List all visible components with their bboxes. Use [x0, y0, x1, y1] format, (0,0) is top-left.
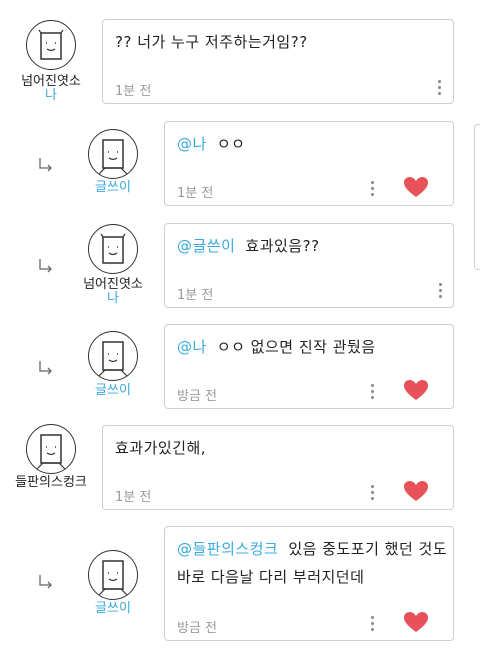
- avatar[interactable]: [26, 424, 76, 474]
- mention-link[interactable]: @나: [177, 135, 207, 153]
- comment-text: @나 ㅇㅇ 없으면 진작 관뒀음: [177, 335, 376, 359]
- avatar[interactable]: [26, 20, 76, 70]
- heart-icon[interactable]: [403, 611, 429, 633]
- heart-icon[interactable]: [403, 176, 429, 198]
- scrollbar[interactable]: [474, 124, 480, 270]
- reply-arrow-icon: [39, 158, 52, 172]
- mention-link[interactable]: @글쓴이: [177, 237, 235, 255]
- reply-arrow-icon: [39, 361, 52, 375]
- comment-time: 방금 전: [177, 621, 218, 636]
- comment-text-line-2: 바로 다음날 다리 부러지던데: [177, 568, 365, 586]
- comment-author[interactable]: 넘어진엿소: [14, 75, 88, 89]
- paper-bag-face-icon: [98, 139, 128, 175]
- comment-text: 효과가있긴해,: [115, 439, 207, 457]
- comment-text: @나 ㅇㅇ: [177, 132, 245, 156]
- paper-bag-face-icon: [36, 434, 66, 470]
- more-vertical-icon: [439, 283, 442, 286]
- comment-text: @들판의스컹크 있음 중도포기 했던 것도: [177, 537, 447, 561]
- heart-icon[interactable]: [403, 379, 429, 401]
- comment-time: 1분 전: [115, 84, 152, 99]
- paper-bag-face-icon: [100, 233, 126, 264]
- more-options-button[interactable]: [371, 181, 375, 197]
- comment-text: ?? 너가 누구 저주하는거임??: [115, 33, 308, 51]
- comment-text: @글쓴이 효과있음??: [177, 234, 320, 258]
- avatar[interactable]: [88, 331, 138, 381]
- mention-link[interactable]: @들판의스컹크: [177, 540, 278, 558]
- comment-body: ㅇㅇ: [216, 135, 246, 153]
- mention-link[interactable]: @나: [177, 338, 207, 356]
- comment-time: 1분 전: [177, 186, 214, 201]
- comment-card: 효과가있긴해, 1분 전: [102, 425, 454, 510]
- author-badge: 나: [107, 291, 119, 306]
- comment-author[interactable]: 넘어진엿소: [76, 278, 150, 292]
- reply-arrow-icon: [39, 575, 52, 589]
- comment-card: @글쓴이 효과있음?? 1분 전: [164, 223, 454, 308]
- comment-author[interactable]: 글쓰이: [80, 181, 146, 195]
- comment-author[interactable]: 들판의스컹크: [6, 476, 96, 490]
- more-vertical-icon: [371, 181, 374, 184]
- comment-author[interactable]: 글쓰이: [80, 384, 146, 398]
- comment-card: @나 ㅇㅇ 없으면 진작 관뒀음 방금 전: [164, 324, 454, 409]
- comment-card: @들판의스컹크 있음 중도포기 했던 것도 바로 다음날 다리 부러지던데 방금 …: [164, 526, 454, 641]
- comment-card: ?? 너가 누구 저주하는거임?? 1분 전: [102, 19, 454, 104]
- comment-author[interactable]: 글쓰이: [80, 602, 146, 616]
- comment-time: 방금 전: [177, 389, 218, 404]
- avatar[interactable]: [88, 224, 138, 274]
- more-vertical-icon: [438, 80, 441, 83]
- comment-body: 있음 중도포기 했던 것도: [288, 540, 448, 558]
- comment-time: 1분 전: [177, 288, 214, 303]
- more-options-button[interactable]: [371, 485, 375, 501]
- avatar[interactable]: [88, 550, 138, 600]
- more-options-button[interactable]: [439, 283, 443, 299]
- more-vertical-icon: [371, 384, 374, 387]
- avatar[interactable]: [88, 129, 138, 179]
- heart-icon[interactable]: [403, 480, 429, 502]
- more-options-button[interactable]: [371, 616, 375, 632]
- paper-bag-face-icon: [38, 29, 64, 60]
- paper-bag-face-icon: [98, 560, 128, 596]
- more-options-button[interactable]: [438, 80, 442, 96]
- comment-time: 1분 전: [115, 490, 152, 505]
- more-vertical-icon: [371, 616, 374, 619]
- comment-body: ㅇㅇ 없으면 진작 관뒀음: [216, 338, 376, 356]
- comment-card: @나 ㅇㅇ 1분 전: [164, 121, 454, 206]
- paper-bag-face-icon: [98, 341, 128, 377]
- more-vertical-icon: [371, 485, 374, 488]
- more-options-button[interactable]: [371, 384, 375, 400]
- reply-arrow-icon: [39, 259, 52, 273]
- comment-body: 효과있음??: [245, 237, 320, 255]
- author-badge: 나: [45, 88, 57, 103]
